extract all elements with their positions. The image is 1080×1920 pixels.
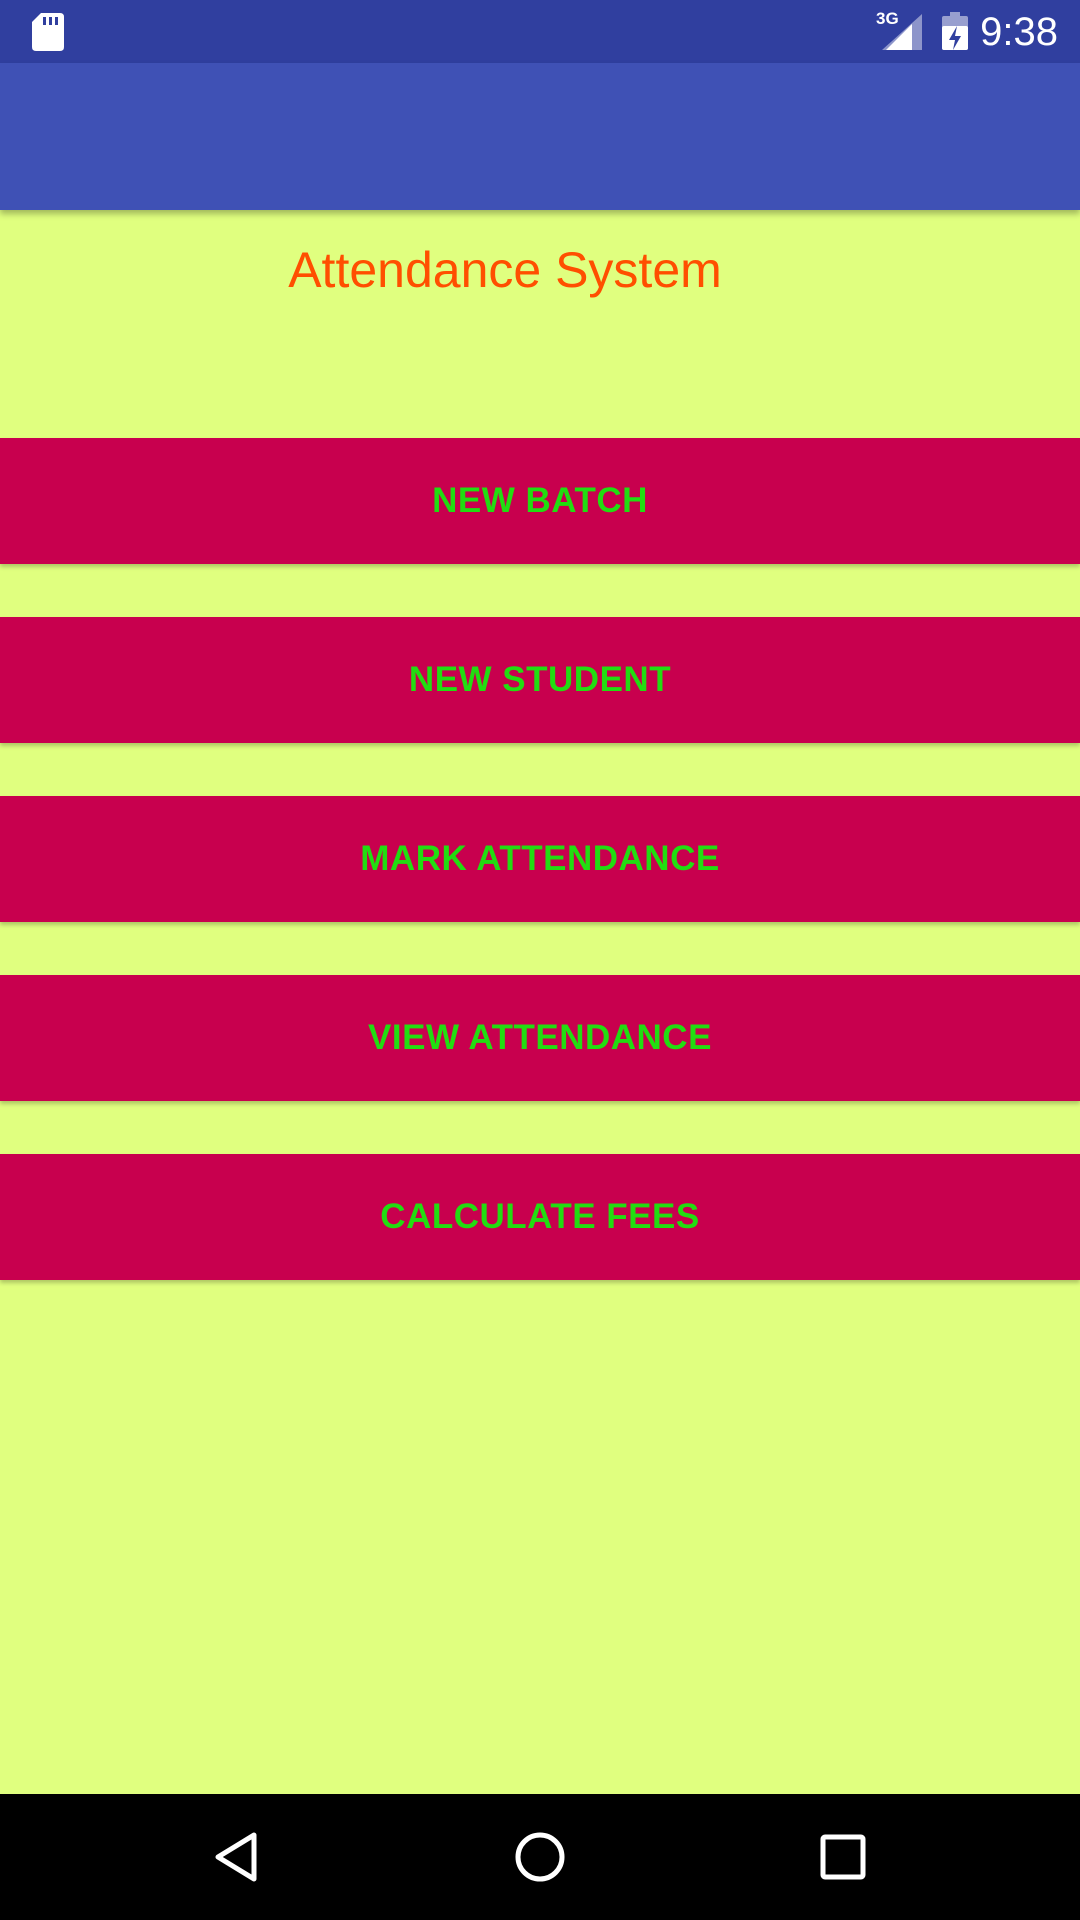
recents-icon <box>820 1834 866 1880</box>
view-attendance-button[interactable]: VIEW ATTENDANCE <box>0 975 1080 1101</box>
home-button[interactable] <box>505 1794 575 1920</box>
new-student-button[interactable]: NEW STUDENT <box>0 617 1080 743</box>
battery-charging-icon <box>942 12 968 50</box>
back-button[interactable] <box>201 1794 271 1920</box>
status-time: 9:38 <box>980 10 1058 54</box>
mark-attendance-button[interactable]: MARK ATTENDANCE <box>0 796 1080 922</box>
screen: 3G 9:38 Attendance System NEW BATCH NEW … <box>0 0 1080 1920</box>
status-bar: 3G 9:38 <box>0 0 1080 63</box>
app-bar <box>0 63 1080 210</box>
recents-button[interactable] <box>808 1794 878 1920</box>
calculate-fees-button[interactable]: CALCULATE FEES <box>0 1154 1080 1280</box>
sd-card-icon <box>32 13 64 51</box>
page-title: Attendance System <box>288 242 722 298</box>
back-icon <box>215 1832 257 1882</box>
new-batch-button[interactable]: NEW BATCH <box>0 438 1080 564</box>
cellular-signal: 3G <box>876 10 922 50</box>
navigation-bar <box>0 1794 1080 1920</box>
home-icon <box>515 1832 565 1882</box>
cellular-signal-icon <box>882 14 922 50</box>
